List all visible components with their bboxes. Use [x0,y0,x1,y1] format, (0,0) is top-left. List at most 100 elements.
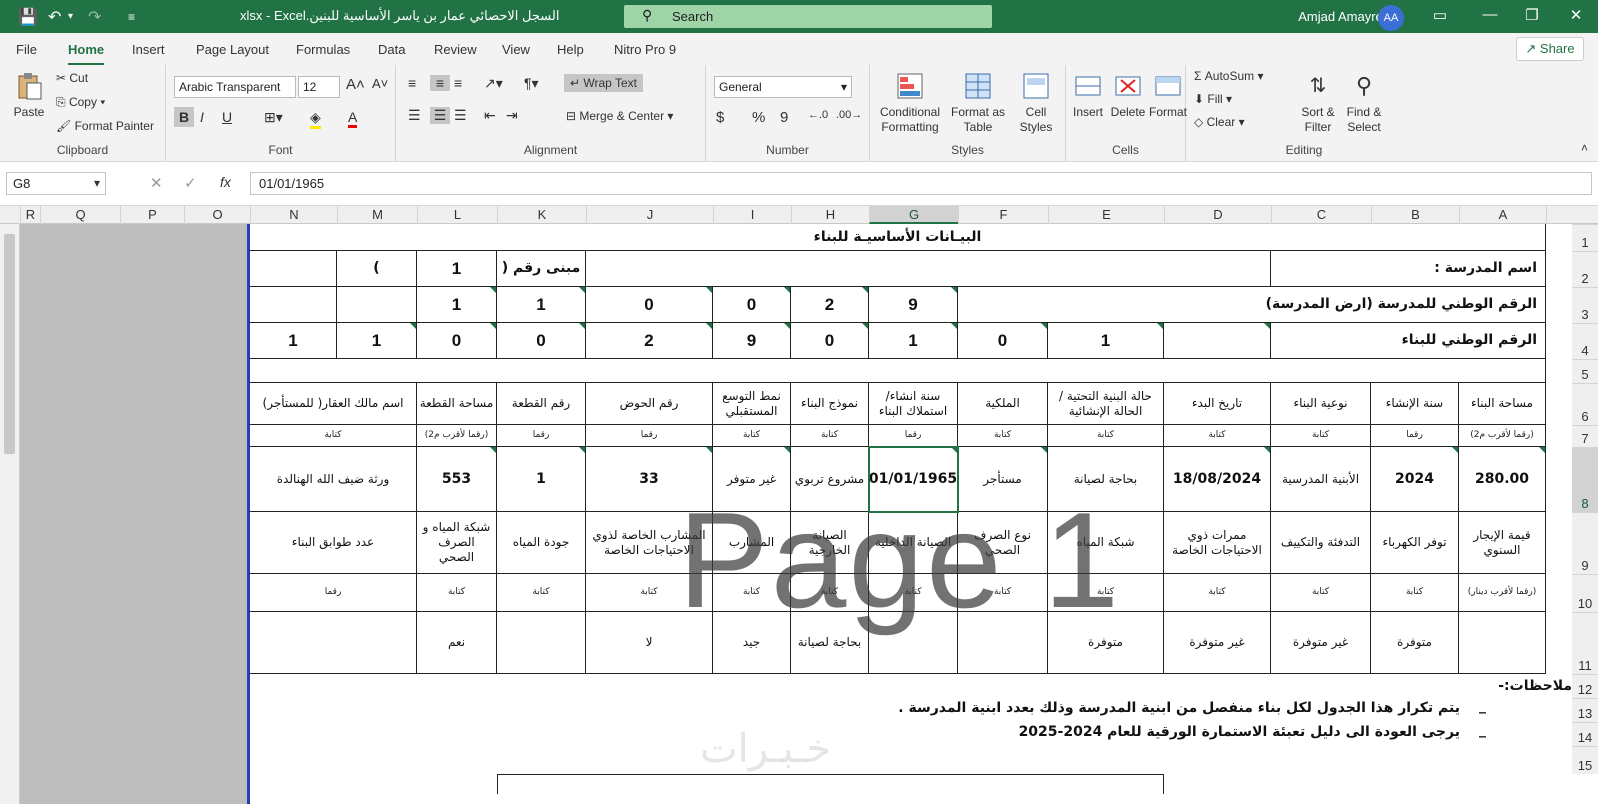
column-header-l[interactable]: L [417,206,497,224]
scroll-thumb[interactable] [4,234,15,454]
school-name-label[interactable]: اسم المدرسة : [1271,251,1546,287]
column-header-g[interactable]: G [869,206,958,224]
column-header-n[interactable]: N [250,206,337,224]
italic-button[interactable]: I [200,109,204,125]
tab-insert[interactable]: Insert [132,42,165,57]
autosum-button[interactable]: Σ AutoSum ▾ [1194,69,1263,83]
building-national-digit[interactable]: 0 [958,323,1048,359]
avatar[interactable]: AA [1378,5,1404,31]
column-header-d[interactable]: D [1164,206,1271,224]
format-cells-button[interactable]: Format [1148,71,1188,120]
field-value[interactable]: مستأجر [958,447,1048,512]
field-value[interactable]: ورثة ضيف الله الهنالدة [250,447,417,512]
building-number-value[interactable]: 1 [417,251,497,287]
field-value[interactable]: غير متوفرة [1164,612,1271,674]
school-national-digit[interactable]: 0 [713,287,791,323]
enter-icon[interactable]: ✓ [184,174,197,192]
building-national-digit[interactable] [1164,323,1271,359]
wrap-text-button[interactable]: ↵ Wrap Text [564,74,643,92]
fill-button[interactable]: ⬇ Fill ▾ [1194,92,1232,106]
cell-styles-button[interactable]: Cell Styles [1010,71,1062,135]
school-national-digit[interactable]: 0 [586,287,713,323]
formula-input[interactable]: 01/01/1965 [250,172,1592,195]
conditional-formatting-button[interactable]: Conditional Formatting [878,71,942,135]
row-header-14[interactable]: 14 [1572,722,1598,746]
building-number-close[interactable]: ) [337,251,417,287]
building-national-digit[interactable]: 9 [713,323,791,359]
school-national-digit[interactable]: 2 [791,287,869,323]
blank-cell[interactable] [250,287,337,323]
field-type[interactable]: رقما [1371,425,1459,447]
building-number-label[interactable]: مبنى رقم ( [497,251,586,287]
underline-button[interactable]: U [222,109,232,125]
user-name[interactable]: Amjad Amayreh [1298,9,1390,24]
column-header-p[interactable]: P [120,206,184,224]
find-select-button[interactable]: ⚲ Find & Select [1342,71,1386,135]
sort-filter-button[interactable]: ⇅ Sort & Filter [1298,71,1338,135]
row-header-7[interactable]: 7 [1572,425,1598,447]
building-national-digit[interactable]: 0 [497,323,586,359]
building-national-digit[interactable]: 0 [791,323,869,359]
field-value[interactable]: بحاجة لصيانة [1048,447,1164,512]
column-header-h[interactable]: H [791,206,869,224]
fill-color-icon[interactable]: ◈ [310,109,321,129]
field-type[interactable]: (رقما لأقرب م2) [1459,425,1546,447]
close-icon[interactable]: ✕ [1566,6,1586,24]
field-value[interactable]: 01/01/1965 [869,447,958,512]
collapse-ribbon-icon[interactable]: ˄ [1581,141,1588,155]
column-header-m[interactable]: M [337,206,417,224]
borders-icon[interactable]: ⊞▾ [264,109,283,126]
field-type[interactable]: كتابة [497,574,586,612]
table-header[interactable]: رقم الحوض [586,383,713,425]
format-as-table-button[interactable]: Format as Table [950,71,1006,135]
decrease-font-icon[interactable]: A˅ [372,76,388,91]
insert-cells-button[interactable]: Insert [1068,71,1108,120]
column-header-k[interactable]: K [497,206,586,224]
undo-dropdown-icon[interactable]: ▾ [68,11,73,22]
table-header[interactable]: الصيانة الداخلية [869,512,958,574]
table-header[interactable]: نوع الصرف الصحي [958,512,1048,574]
table-header[interactable]: حالة البنية التحتية / الحالة الإنشائية [1048,383,1164,425]
building-national-label[interactable]: الرقم الوطني للبناء [1271,323,1546,359]
table-header[interactable]: ممرات ذوي الاحتياجات الخاصة [1164,512,1271,574]
table-header[interactable]: توفر الكهرباء [1371,512,1459,574]
field-value[interactable] [497,612,586,674]
row-header-2[interactable]: 2 [1572,251,1598,287]
decrease-decimal-icon[interactable]: .00→ [836,109,862,121]
row-header-13[interactable]: 13 [1572,698,1598,722]
tab-data[interactable]: Data [378,42,405,57]
table-header[interactable]: التدفئة والتكييف [1271,512,1371,574]
note-1[interactable]: يتم تكرار هذا الجدول لكل بناء منفصل من ا… [898,700,1460,716]
table-header[interactable]: الملكية [958,383,1048,425]
increase-indent-icon[interactable]: ⇥ [506,107,518,124]
field-type[interactable]: كتابة [1271,574,1371,612]
sheet-title[interactable]: البيـانات الأساسيـة للبناء [250,224,1546,251]
field-value[interactable] [250,612,417,674]
notes-label[interactable]: ملاحظات:- [1498,678,1572,694]
increase-decimal-icon[interactable]: ←.0 [808,109,828,121]
row-header-5[interactable]: 5 [1572,359,1598,383]
field-value[interactable]: 2024 [1371,447,1459,512]
orientation-icon[interactable]: ↗▾ [484,75,503,92]
school-national-label[interactable]: الرقم الوطني للمدرسة (ارض المدرسة) [958,287,1546,323]
currency-button[interactable]: $ [716,109,724,126]
redo-icon[interactable]: ↷ [88,7,101,27]
ribbon-display-icon[interactable]: ▭ [1430,6,1450,24]
tab-formulas[interactable]: Formulas [296,42,350,57]
cancel-icon[interactable]: ✕ [150,174,163,192]
select-all-corner[interactable] [1546,206,1598,224]
table-header[interactable]: نوعية البناء [1271,383,1371,425]
row-header-10[interactable]: 10 [1572,574,1598,612]
field-value[interactable] [958,612,1048,674]
text-direction-icon[interactable]: ¶▾ [524,75,539,92]
bold-button[interactable]: B [174,107,194,127]
comma-style-button[interactable]: 9 [780,109,788,126]
field-value[interactable] [1459,612,1546,674]
delete-cells-button[interactable]: Delete [1108,71,1148,120]
building-national-digit[interactable]: 0 [417,323,497,359]
field-value[interactable]: 553 [417,447,497,512]
font-color-icon[interactable]: A [348,109,358,128]
column-header-e[interactable]: E [1048,206,1164,224]
field-type[interactable]: (رقما لأقرب م2) [417,425,497,447]
paste-button[interactable]: Paste [8,71,50,120]
